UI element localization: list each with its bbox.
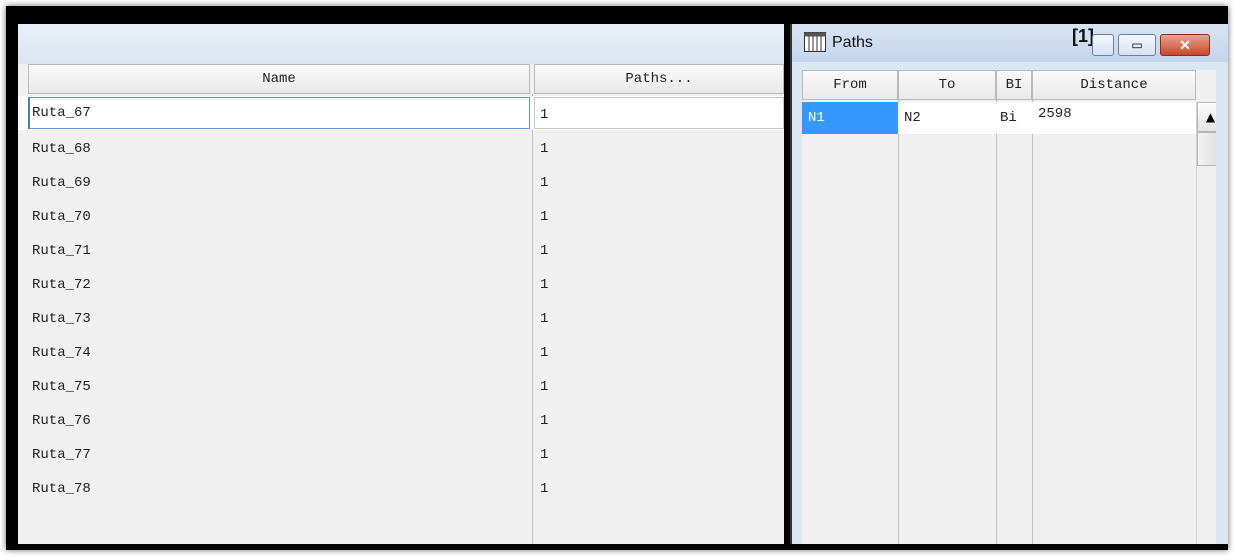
route-paths: 1 [540, 141, 549, 157]
cell-bi[interactable]: Bi [996, 102, 1032, 134]
route-name: Ruta_67 [32, 105, 91, 121]
window-border [1216, 62, 1228, 544]
table-row[interactable]: Ruta_71 1 [18, 234, 784, 268]
route-name: Ruta_77 [32, 447, 91, 463]
route-paths: 1 [540, 209, 549, 225]
cell-from[interactable]: N1 [802, 102, 898, 134]
table-row[interactable]: Ruta_68 1 [18, 132, 784, 166]
route-paths: 1 [540, 243, 549, 259]
route-name: Ruta_70 [32, 209, 91, 225]
restore-button[interactable]: ▭ [1118, 34, 1156, 56]
routes-panel: Name Paths... Ruta_67 1 Ruta_68 1 Ruta_6… [18, 24, 784, 544]
route-name: Ruta_78 [32, 481, 91, 497]
close-button[interactable]: ✕ [1160, 34, 1210, 56]
restore-icon: ▭ [1131, 38, 1143, 52]
paths-window: Paths [1] ▭ ✕ From To BI Distance N1 N2 … [790, 24, 1228, 544]
window-badge: [1] [1072, 26, 1094, 46]
column-header-to[interactable]: To [898, 70, 996, 100]
table-row[interactable]: Ruta_67 1 [18, 96, 784, 130]
column-header-distance[interactable]: Distance [1032, 70, 1196, 100]
table-row[interactable]: Ruta_73 1 [18, 302, 784, 336]
paths-window-titlebar[interactable]: Paths [1] ▭ ✕ [792, 24, 1228, 62]
app-content: Name Paths... Ruta_67 1 Ruta_68 1 Ruta_6… [18, 24, 1228, 544]
table-row[interactable]: Ruta_75 1 [18, 370, 784, 404]
route-paths: 1 [540, 481, 549, 497]
column-header-paths[interactable]: Paths... [534, 64, 784, 94]
cell-distance[interactable]: 2598 [1032, 102, 1196, 134]
route-paths: 1 [540, 345, 549, 361]
app-frame: Name Paths... Ruta_67 1 Ruta_68 1 Ruta_6… [6, 6, 1228, 550]
table-row[interactable]: Ruta_78 1 [18, 472, 784, 506]
route-name: Ruta_73 [32, 311, 91, 327]
route-paths: 1 [540, 277, 549, 293]
table-row[interactable]: Ruta_74 1 [18, 336, 784, 370]
route-paths: 1 [540, 447, 549, 463]
window-title: Paths [832, 34, 873, 51]
column-header-from[interactable]: From [802, 70, 898, 100]
route-name: Ruta_74 [32, 345, 91, 361]
route-paths: 1 [540, 311, 549, 327]
route-paths: 1 [540, 379, 549, 395]
route-paths: 1 [540, 413, 549, 429]
routes-panel-header-strip [18, 24, 784, 64]
paths-grid: From To BI Distance N1 N2 Bi 2598 ▲ [802, 70, 1226, 544]
selected-cell-outline [28, 97, 530, 129]
route-name: Ruta_69 [32, 175, 91, 191]
column-header-name[interactable]: Name [28, 64, 530, 94]
column-divider [996, 100, 997, 544]
table-row[interactable]: Ruta_76 1 [18, 404, 784, 438]
route-paths: 1 [540, 107, 549, 123]
route-name: Ruta_68 [32, 141, 91, 157]
column-divider [898, 100, 899, 544]
route-name: Ruta_71 [32, 243, 91, 259]
route-name: Ruta_72 [32, 277, 91, 293]
route-paths: 1 [540, 175, 549, 191]
table-row[interactable]: Ruta_77 1 [18, 438, 784, 472]
arrow-up-icon: ▲ [1205, 110, 1216, 124]
close-icon: ✕ [1179, 36, 1191, 53]
table-row[interactable]: Ruta_70 1 [18, 200, 784, 234]
cell-to[interactable]: N2 [898, 102, 996, 134]
route-name: Ruta_75 [32, 379, 91, 395]
grid-table-icon [804, 32, 826, 52]
minimize-button[interactable] [1092, 34, 1114, 56]
column-divider [1032, 100, 1033, 544]
table-row[interactable]: Ruta_69 1 [18, 166, 784, 200]
paths-cell-box [534, 97, 784, 129]
table-row[interactable]: Ruta_72 1 [18, 268, 784, 302]
column-header-bi[interactable]: BI [996, 70, 1032, 100]
route-name: Ruta_76 [32, 413, 91, 429]
